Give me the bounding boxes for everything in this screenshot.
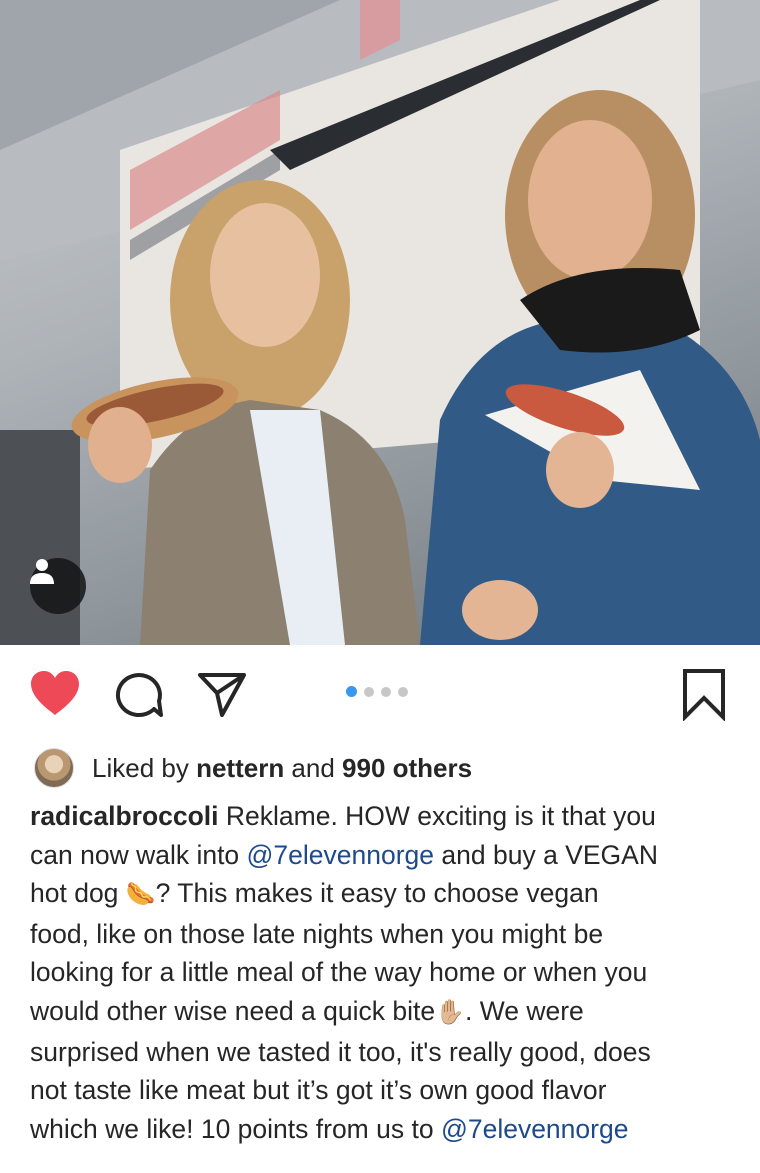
likes-count[interactable]: 990 others bbox=[342, 753, 472, 784]
caption-text: ? This makes it easy to choose vegan bbox=[155, 878, 599, 909]
caption-text: which we like! 10 points from us to bbox=[30, 1113, 441, 1144]
caption-text: would other wise need a quick bite bbox=[30, 995, 436, 1026]
liker-username[interactable]: nettern bbox=[196, 753, 284, 784]
likes-prefix: Liked by bbox=[92, 752, 197, 783]
comment-icon bbox=[115, 673, 163, 717]
user-tag-button[interactable] bbox=[30, 558, 86, 614]
likes-summary[interactable]: Liked by nettern and 990 others bbox=[34, 748, 472, 788]
caption-text: food, like on those late nights when you… bbox=[30, 918, 604, 949]
paper-plane-icon bbox=[198, 673, 246, 717]
caption-username[interactable]: radicalbroccoli bbox=[30, 801, 219, 831]
photo-illustration bbox=[0, 0, 760, 645]
caption-text: and buy a VEGAN bbox=[434, 839, 658, 870]
like-button[interactable] bbox=[28, 669, 82, 717]
post-photo[interactable] bbox=[0, 0, 760, 645]
save-button[interactable] bbox=[680, 667, 728, 722]
comment-button[interactable] bbox=[114, 671, 164, 719]
raised-hand-emoji: ✋🏼 bbox=[435, 998, 465, 1026]
mention-link[interactable]: @7elevennorge bbox=[247, 840, 435, 870]
caption-text: can now walk into bbox=[30, 839, 247, 870]
caption-text: surprised when we tasted it too, it's re… bbox=[30, 1036, 651, 1067]
likes-middle: and bbox=[284, 752, 343, 783]
heart-filled-icon bbox=[31, 671, 79, 715]
caption-text: . We were bbox=[465, 995, 584, 1026]
share-button[interactable] bbox=[196, 669, 248, 717]
action-bar bbox=[0, 645, 760, 740]
caption-text: Reklame. HOW exciting is it that you bbox=[218, 801, 656, 831]
liker-avatar[interactable] bbox=[34, 748, 74, 788]
carousel-dot bbox=[364, 686, 374, 697]
caption-text: hot dog bbox=[30, 878, 126, 909]
caption-text: not taste like meat but it’s got it’s ow… bbox=[30, 1075, 607, 1106]
carousel-dot bbox=[381, 686, 391, 697]
carousel-dot-active bbox=[346, 686, 357, 697]
person-icon bbox=[30, 559, 54, 584]
carousel-indicator bbox=[346, 686, 408, 697]
post-caption: radicalbroccoli Reklame. HOW exciting is… bbox=[30, 797, 740, 1148]
hotdog-emoji: 🌭 bbox=[125, 881, 156, 909]
caption-text: looking for a little meal of the way hom… bbox=[30, 957, 648, 988]
carousel-dot bbox=[398, 686, 408, 697]
mention-link[interactable]: @7elevennorge bbox=[441, 1114, 629, 1144]
bookmark-icon bbox=[683, 669, 725, 722]
